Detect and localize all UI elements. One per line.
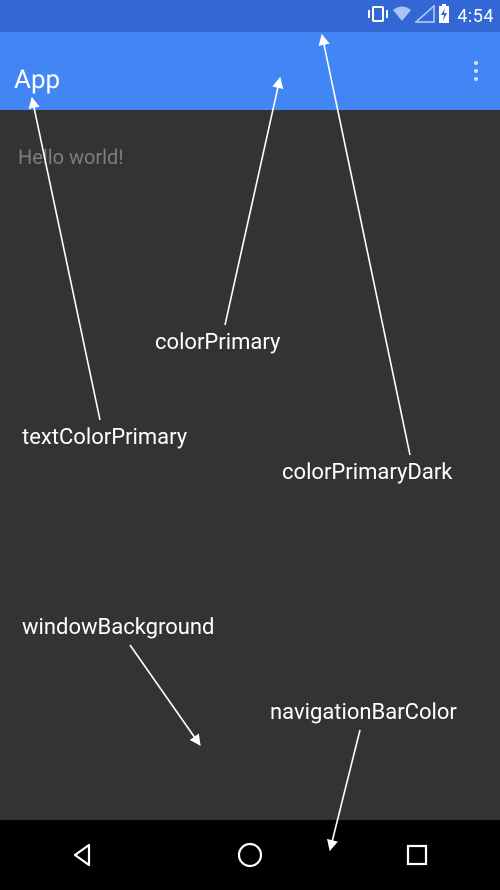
- vibrate-icon: [367, 5, 389, 28]
- recents-button[interactable]: [397, 835, 437, 875]
- annotation-navigationbarcolor: navigationBarColor: [270, 700, 457, 725]
- back-button[interactable]: [63, 835, 103, 875]
- status-time: 4:54: [457, 6, 494, 27]
- annotation-windowbackground: windowBackground: [22, 615, 214, 640]
- hello-text: Hello world!: [18, 145, 123, 169]
- wifi-icon: [391, 5, 413, 28]
- screen: 4:54 App Hello world! colorPrimary textC…: [0, 0, 500, 890]
- app-title: App: [14, 65, 60, 95]
- cell-signal-icon: [415, 5, 435, 28]
- annotation-colorprimarydark: colorPrimaryDark: [282, 460, 452, 485]
- annotation-textcolorprimary: textColorPrimary: [22, 425, 187, 450]
- battery-charging-icon: [437, 4, 451, 29]
- status-bar: 4:54: [0, 0, 500, 32]
- overflow-menu-button[interactable]: [466, 53, 486, 89]
- action-bar: App: [0, 32, 500, 110]
- home-button[interactable]: [230, 835, 270, 875]
- navigation-bar: [0, 820, 500, 890]
- annotation-colorprimary: colorPrimary: [155, 330, 280, 355]
